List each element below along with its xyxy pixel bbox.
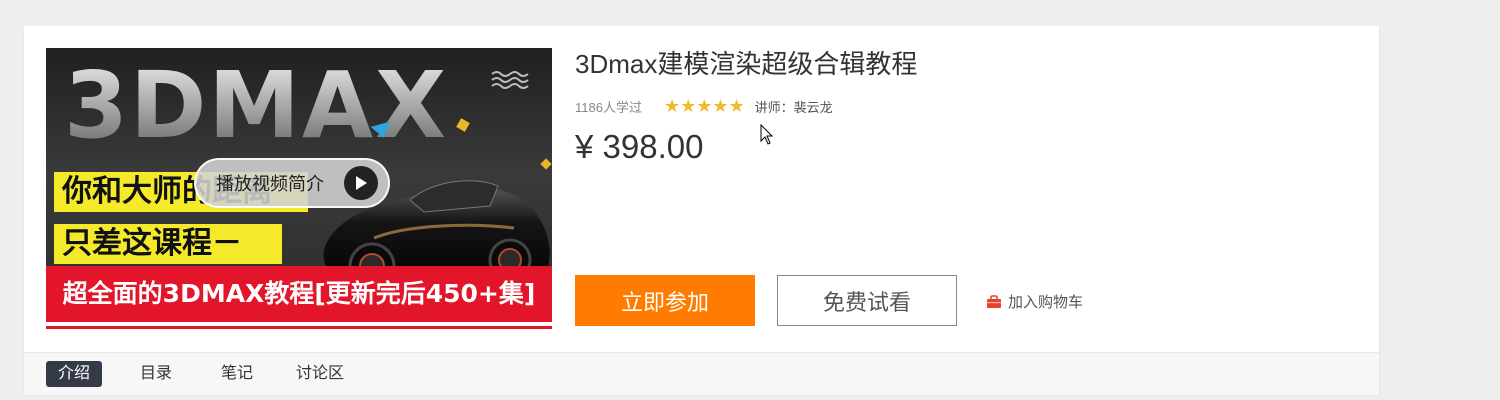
waves-icon [491, 71, 529, 89]
decor-gold-shard [456, 118, 470, 132]
course-meta: 1186人学过 ★ ★ ★ ★ ★ 讲师：裴云龙 [575, 96, 833, 116]
learner-count: 1186人学过 [575, 99, 642, 115]
course-tab-bar: 介绍 目录 笔记 讨论区 [24, 352, 1379, 395]
cover-bottom-stripe [46, 326, 552, 329]
course-card: 3DMAX 你和大师的距离 只差这课程－ 超全面的3DMAX教程[更新完后450… [24, 26, 1379, 395]
star-icon: ★ [680, 96, 697, 116]
star-icon: ★ [712, 96, 729, 116]
play-intro-button[interactable]: 播放视频简介 [194, 158, 390, 208]
tab-intro[interactable]: 介绍 [46, 361, 102, 387]
join-now-button[interactable]: 立即参加 [575, 275, 755, 326]
course-title: 3Dmax建模渲染超级合辑教程 [575, 49, 918, 79]
add-to-cart-link[interactable]: 加入购物车 [986, 291, 1083, 312]
teacher-name: 讲师：裴云龙 [754, 99, 833, 115]
shopping-bag-icon [987, 294, 1001, 308]
tab-notes[interactable]: 笔记 [221, 361, 253, 387]
star-icon: ★ [663, 96, 681, 116]
cover-big-text: 3DMAX [64, 52, 449, 159]
cover-bottom-banner: 超全面的3DMAX教程[更新完后450+集] [46, 266, 552, 326]
add-to-cart-label: 加入购物车 [1008, 294, 1084, 311]
cover-slogan-2: 只差这课程－ [54, 224, 282, 264]
play-intro-label: 播放视频简介 [216, 174, 324, 194]
star-icon: ★ [696, 96, 713, 116]
course-cover-video[interactable]: 3DMAX 你和大师的距离 只差这课程－ 超全面的3DMAX教程[更新完后450… [46, 48, 552, 329]
free-trial-button[interactable]: 免费试看 [777, 275, 957, 326]
play-icon [344, 166, 378, 200]
rating-stars: ★ ★ ★ ★ ★ [664, 96, 745, 116]
tab-discussion[interactable]: 讨论区 [296, 361, 344, 387]
course-price: ¥ 398.00 [575, 128, 704, 165]
tab-catalog[interactable]: 目录 [140, 361, 172, 387]
mouse-pointer-icon [760, 124, 774, 145]
star-icon: ★ [728, 96, 745, 116]
